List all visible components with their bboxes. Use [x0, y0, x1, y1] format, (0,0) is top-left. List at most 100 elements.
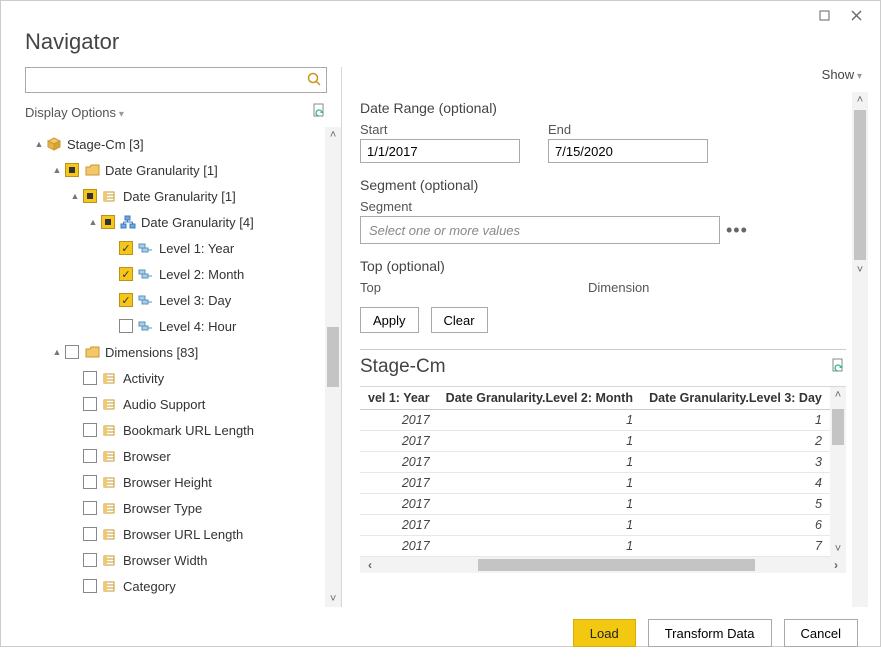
segment-header: Segment (optional)	[360, 177, 846, 193]
tree-scrollbar[interactable]: ˄ ˅	[325, 127, 341, 607]
start-date-input[interactable]	[360, 139, 520, 163]
tree-node[interactable]: Level 4: Hour	[25, 313, 323, 339]
right-pane-scrollbar[interactable]: ˄ ˅	[852, 92, 868, 607]
start-label: Start	[360, 122, 520, 137]
right-scroll-thumb[interactable]	[854, 110, 866, 260]
table-row[interactable]: 201714	[360, 473, 830, 494]
column-header[interactable]: Date Granularity.Level 3: Day	[641, 387, 830, 410]
checkbox-empty-icon[interactable]	[65, 345, 79, 359]
checkbox-empty-icon[interactable]	[83, 475, 97, 489]
segment-placeholder: Select one or more values	[369, 223, 520, 238]
table-cell: 1	[438, 431, 641, 452]
clear-button[interactable]: Clear	[431, 307, 488, 333]
table-vscrollbar[interactable]: ˄ ˅	[830, 387, 846, 557]
tree-node[interactable]: Browser	[25, 443, 323, 469]
end-date-input[interactable]	[548, 139, 708, 163]
transform-data-button[interactable]: Transform Data	[648, 619, 772, 647]
expand-toggle-icon[interactable]: ▲	[51, 165, 63, 175]
tree-node[interactable]: ▲Dimensions [83]	[25, 339, 323, 365]
apply-button[interactable]: Apply	[360, 307, 419, 333]
table-cell: 1	[438, 452, 641, 473]
preview-table[interactable]: vel 1: YearDate Granularity.Level 2: Mon…	[360, 387, 830, 557]
close-button[interactable]	[840, 5, 872, 25]
checkbox-checked-icon[interactable]: ✓	[119, 267, 133, 281]
checkbox-empty-icon[interactable]	[83, 527, 97, 541]
checkbox-partial-icon[interactable]	[65, 163, 79, 177]
tree-node[interactable]: ▲Date Granularity [4]	[25, 209, 323, 235]
show-dropdown[interactable]: Show	[822, 67, 862, 82]
load-button[interactable]: Load	[573, 619, 636, 647]
navigator-tree[interactable]: ▲Stage-Cm [3]▲Date Granularity [1]▲Date …	[25, 127, 323, 607]
checkbox-empty-icon[interactable]	[83, 423, 97, 437]
tree-node[interactable]: ▲Stage-Cm [3]	[25, 131, 323, 157]
tree-node[interactable]: Audio Support	[25, 391, 323, 417]
tree-node[interactable]: ✓Level 1: Year	[25, 235, 323, 261]
maximize-button[interactable]	[808, 5, 840, 25]
checkbox-empty-icon[interactable]	[83, 553, 97, 567]
preview-title: Stage-Cm	[360, 356, 446, 378]
table-cell: 1	[438, 410, 641, 431]
column-header[interactable]: vel 1: Year	[360, 387, 438, 410]
table-cell: 2017	[360, 452, 438, 473]
checkbox-partial-icon[interactable]	[83, 189, 97, 203]
checkbox-checked-icon[interactable]: ✓	[119, 293, 133, 307]
checkbox-empty-icon[interactable]	[83, 397, 97, 411]
tree-node[interactable]: ▲Date Granularity [1]	[25, 157, 323, 183]
tree-node[interactable]: Browser Type	[25, 495, 323, 521]
refresh-preview-icon[interactable]	[831, 358, 846, 376]
table-scroll-down[interactable]: ˅	[830, 541, 846, 557]
tree-node[interactable]: Activity	[25, 365, 323, 391]
refresh-tree-icon[interactable]	[312, 103, 327, 121]
tree-node[interactable]: Category	[25, 573, 323, 599]
tree-node[interactable]: Bookmark URL Length	[25, 417, 323, 443]
scroll-up-arrow[interactable]: ˄	[325, 127, 341, 143]
scroll-down-arrow[interactable]: ˅	[325, 591, 341, 607]
checkbox-empty-icon[interactable]	[83, 449, 97, 463]
checkbox-empty-icon[interactable]	[83, 579, 97, 593]
footer: Load Transform Data Cancel	[1, 607, 880, 661]
tree-node-label: Date Granularity [1]	[123, 189, 236, 204]
search-box[interactable]	[25, 67, 327, 93]
tree-scroll-thumb[interactable]	[327, 327, 339, 387]
table-scroll-thumb[interactable]	[832, 409, 844, 445]
search-input[interactable]	[26, 73, 302, 88]
expand-toggle-icon[interactable]: ▲	[87, 217, 99, 227]
right-scroll-down[interactable]: ˅	[852, 262, 868, 278]
table-row[interactable]: 201713	[360, 452, 830, 473]
table-cell: 1	[641, 410, 830, 431]
table-row[interactable]: 201712	[360, 431, 830, 452]
column-header[interactable]: Date Granularity.Level 2: Month	[438, 387, 641, 410]
search-icon[interactable]	[302, 72, 326, 89]
table-row[interactable]: 201711	[360, 410, 830, 431]
table-row[interactable]: 201715	[360, 494, 830, 515]
date-range-header: Date Range (optional)	[360, 100, 846, 116]
segment-more-icon[interactable]: •••	[726, 220, 748, 241]
expand-toggle-icon[interactable]: ▲	[33, 139, 45, 149]
tree-node[interactable]: Browser URL Length	[25, 521, 323, 547]
checkbox-partial-icon[interactable]	[101, 215, 115, 229]
table-hscrollbar[interactable]: ‹ ›	[360, 557, 846, 573]
checkbox-checked-icon[interactable]: ✓	[119, 241, 133, 255]
tree-node-label: Category	[123, 579, 176, 594]
tree-node[interactable]: ✓Level 2: Month	[25, 261, 323, 287]
hscroll-thumb[interactable]	[478, 559, 755, 571]
tree-node[interactable]: Browser Width	[25, 547, 323, 573]
segment-select[interactable]: Select one or more values	[360, 216, 720, 244]
cancel-button[interactable]: Cancel	[784, 619, 858, 647]
tree-node[interactable]: ✓Level 3: Day	[25, 287, 323, 313]
tree-node[interactable]: Browser Height	[25, 469, 323, 495]
checkbox-empty-icon[interactable]	[83, 371, 97, 385]
expand-toggle-icon[interactable]: ▲	[51, 347, 63, 357]
tree-node[interactable]: ▲ Date Granularity [1]	[25, 183, 323, 209]
table-cell: 1	[438, 515, 641, 536]
checkbox-empty-icon[interactable]	[119, 319, 133, 333]
table-scroll-up[interactable]: ˄	[830, 387, 846, 403]
table-row[interactable]: 201717	[360, 536, 830, 557]
checkbox-empty-icon[interactable]	[83, 501, 97, 515]
right-scroll-up[interactable]: ˄	[852, 92, 868, 108]
table-row[interactable]: 201716	[360, 515, 830, 536]
hscroll-right-arrow[interactable]: ›	[826, 558, 846, 572]
display-options-dropdown[interactable]: Display Options	[25, 105, 124, 120]
hscroll-left-arrow[interactable]: ‹	[360, 558, 380, 572]
expand-toggle-icon[interactable]: ▲	[69, 191, 81, 201]
